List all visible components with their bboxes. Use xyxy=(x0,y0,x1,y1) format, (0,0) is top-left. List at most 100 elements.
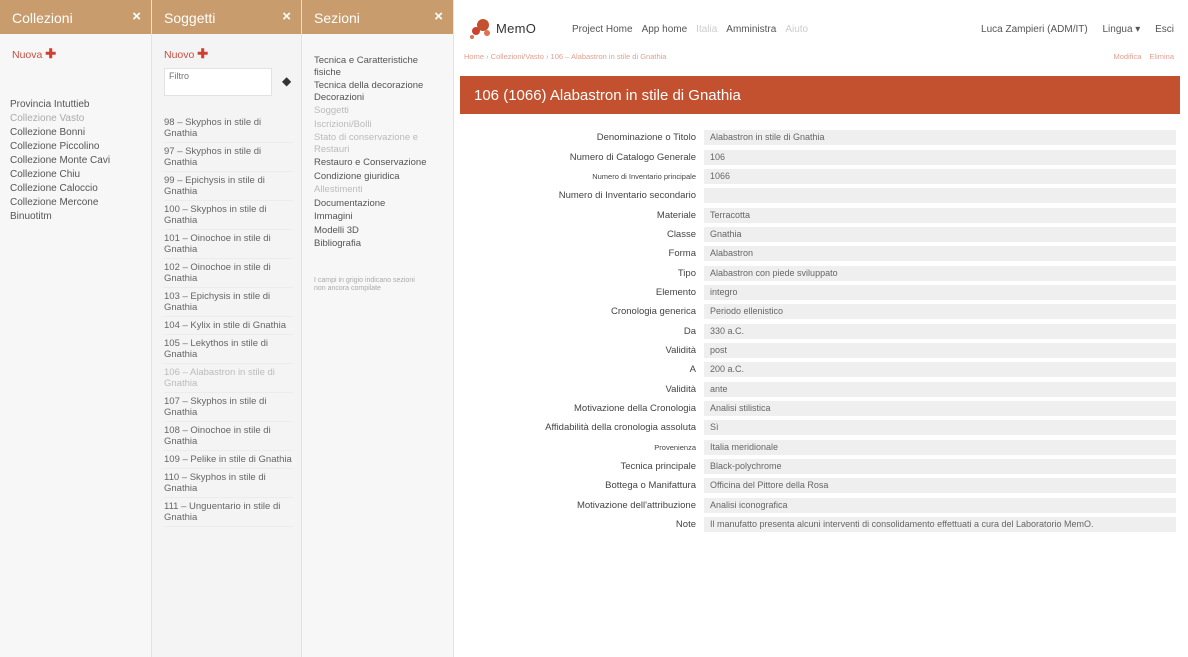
collezione-item[interactable]: Provincia Intuttieb xyxy=(10,98,151,112)
field-label: Validità xyxy=(665,344,696,356)
close-icon[interactable]: × xyxy=(282,8,291,25)
sezione-item[interactable]: Restauro e Conservazione xyxy=(314,156,445,170)
field-value: Alabastron con piede sviluppato xyxy=(704,265,1176,281)
field-label: Provenienza xyxy=(654,442,696,452)
soggetto-item[interactable]: 108 – Oinochoe in stile di Gnathia xyxy=(164,422,293,451)
field-value: Terracotta xyxy=(704,207,1176,223)
field-row: Numero di Inventario principale 1066 xyxy=(460,167,1182,186)
collezione-item[interactable]: Collezione Bonni xyxy=(10,126,151,140)
soggetto-item[interactable]: 106 – Alabastron in stile di Gnathia xyxy=(164,364,293,393)
field-row: Materiale Terracotta xyxy=(460,205,1182,224)
field-value: 1066 xyxy=(704,168,1176,184)
sezione-item[interactable]: Bibliografia xyxy=(314,237,445,251)
soggetto-item[interactable]: 111 – Unguentario in stile di Gnathia xyxy=(164,498,293,527)
soggetti-title: Soggetti xyxy=(164,10,216,26)
field-value: Sì xyxy=(704,420,1176,436)
eraser-icon[interactable]: ◆ xyxy=(282,74,291,88)
main-nav: Project Home App home Italia Amministra Aiut… xyxy=(572,24,817,35)
soggetto-item[interactable]: 104 – Kylix in stile di Gnathia xyxy=(164,317,293,335)
collezione-item[interactable]: Collezione Caloccio xyxy=(10,182,151,196)
field-label: Forma xyxy=(668,248,696,260)
sezioni-header: Sezioni × xyxy=(302,0,453,34)
soggetto-item[interactable]: 101 – Oinochoe in stile di Gnathia xyxy=(164,230,293,259)
logo-icon xyxy=(470,19,490,39)
collezione-item[interactable]: Binuotitm xyxy=(10,210,151,224)
nav-link[interactable]: Italia xyxy=(696,24,717,35)
record-action-link[interactable]: Elimina xyxy=(1149,52,1174,61)
field-row: Forma Alabastron xyxy=(460,244,1182,263)
sezione-item[interactable]: Tecnica della decorazione Decorazioni xyxy=(314,79,445,104)
soggetto-item[interactable]: 98 – Skyphos in stile di Gnathia xyxy=(164,114,293,143)
field-row: Tipo Alabastron con piede sviluppato xyxy=(460,263,1182,282)
soggetto-item[interactable]: 103 – Epichysis in stile di Gnathia xyxy=(164,288,293,317)
filter-wrap: ◆ xyxy=(164,68,291,96)
breadcrumb[interactable]: Home › Collezioni/Vasto › 106 – Alabastr… xyxy=(464,52,666,61)
field-label: A xyxy=(689,364,696,376)
collezioni-list: Provincia Intuttieb Collezione Vasto Colle… xyxy=(0,62,151,224)
new-collezione-label: Nuova xyxy=(12,49,43,61)
page-title: 106 (1066) Alabastron in stile di Gnathi… xyxy=(474,87,741,104)
nav-link[interactable]: Aiuto xyxy=(785,24,808,35)
sezione-item[interactable]: Stato di conservazione e Restauri xyxy=(314,131,445,156)
field-row: A 200 a.C. xyxy=(460,360,1182,379)
collezione-item[interactable]: Collezione Vasto xyxy=(10,112,151,126)
close-icon[interactable]: × xyxy=(132,8,141,25)
sezioni-note: I campi in grigio indicano sezioni non a… xyxy=(314,276,415,292)
field-label: Cronologia generica xyxy=(610,306,696,318)
sezione-item[interactable]: Modelli 3D xyxy=(314,224,445,238)
field-value: Officina del Pittore della Rosa xyxy=(704,478,1176,494)
sezione-item[interactable]: Soggetti xyxy=(314,104,445,118)
soggetto-item[interactable]: 100 – Skyphos in stile di Gnathia xyxy=(164,201,293,230)
app-logo[interactable]: MemO xyxy=(468,16,536,40)
field-label: Tipo xyxy=(677,267,696,279)
logout-link[interactable]: Esci xyxy=(1155,24,1174,35)
collezione-item[interactable]: Collezione Mercone xyxy=(10,196,151,210)
soggetto-item[interactable]: 110 – Skyphos in stile di Gnathia xyxy=(164,469,293,498)
close-icon[interactable]: × xyxy=(434,8,443,25)
sezione-item[interactable]: Iscrizioni/Bolli xyxy=(314,118,445,132)
soggetto-item[interactable]: 107 – Skyphos in stile di Gnathia xyxy=(164,393,293,422)
field-label: Classe xyxy=(666,228,696,240)
field-label: Materiale xyxy=(656,209,696,221)
soggetto-item[interactable]: 105 – Lekythos in stile di Gnathia xyxy=(164,335,293,364)
nav-link[interactable]: Amministra xyxy=(726,24,776,35)
user-area: Luca Zampieri (ADM/IT) Lingua ▾ Esci xyxy=(969,24,1174,35)
nav-link[interactable]: Project Home xyxy=(572,24,633,35)
sezione-item[interactable]: Documentazione xyxy=(314,197,445,211)
field-value: Black-polychrome xyxy=(704,459,1176,475)
soggetti-list: 98 – Skyphos in stile di Gnathia 97 – Sky… xyxy=(152,96,301,527)
collezione-item[interactable]: Collezione Chiu xyxy=(10,168,151,182)
collezione-item[interactable]: Collezione Monte Cavi xyxy=(10,154,151,168)
soggetto-item[interactable]: 102 – Oinochoe in stile di Gnathia xyxy=(164,259,293,288)
soggetto-item[interactable]: 109 – Pelike in stile di Gnathia xyxy=(164,451,293,469)
sezioni-title: Sezioni xyxy=(314,10,360,26)
field-row: Provenienza Italia meridionale xyxy=(460,438,1182,457)
field-row: Numero di Catalogo Generale 106 xyxy=(460,147,1182,166)
soggetto-item[interactable]: 97 – Skyphos in stile di Gnathia xyxy=(164,143,293,172)
new-soggetto-button[interactable]: Nuovo ✚ xyxy=(152,34,301,62)
sezione-item[interactable]: Tecnica e Caratteristiche fisiche xyxy=(314,54,445,79)
field-value xyxy=(704,188,1176,204)
sezione-item[interactable]: Immagini xyxy=(314,210,445,224)
new-collezione-button[interactable]: Nuova ✚ xyxy=(0,34,151,62)
field-value: Il manufatto presenta alcuni interventi … xyxy=(704,517,1176,533)
user-menu[interactable]: Luca Zampieri (ADM/IT) xyxy=(981,24,1088,35)
sub-bar: Home › Collezioni/Vasto › 106 – Alabastr… xyxy=(454,50,1188,64)
field-label: Da xyxy=(683,325,696,337)
field-row: Elemento integro xyxy=(460,283,1182,302)
field-value: post xyxy=(704,342,1176,358)
sezione-item[interactable]: Allestimenti xyxy=(314,183,445,197)
field-value: Analisi iconografica xyxy=(704,497,1176,513)
collezione-item[interactable]: Collezione Piccolino xyxy=(10,140,151,154)
sezioni-list: Tecnica e Caratteristiche fisiche Tecnica… xyxy=(302,34,453,293)
sezione-item[interactable]: Condizione giuridica xyxy=(314,170,445,184)
field-value: Alabastron xyxy=(704,246,1176,262)
soggetto-item[interactable]: 99 – Epichysis in stile di Gnathia xyxy=(164,172,293,201)
field-label: Denominazione o Titolo xyxy=(596,132,696,144)
record-action-link[interactable]: Modifica xyxy=(1113,52,1141,61)
filter-input[interactable] xyxy=(164,68,272,96)
language-dropdown[interactable]: Lingua ▾ xyxy=(1102,24,1140,35)
nav-link[interactable]: App home xyxy=(642,24,688,35)
plus-icon: ✚ xyxy=(45,46,57,61)
record-actions: Modifica Elimina xyxy=(1105,52,1174,61)
